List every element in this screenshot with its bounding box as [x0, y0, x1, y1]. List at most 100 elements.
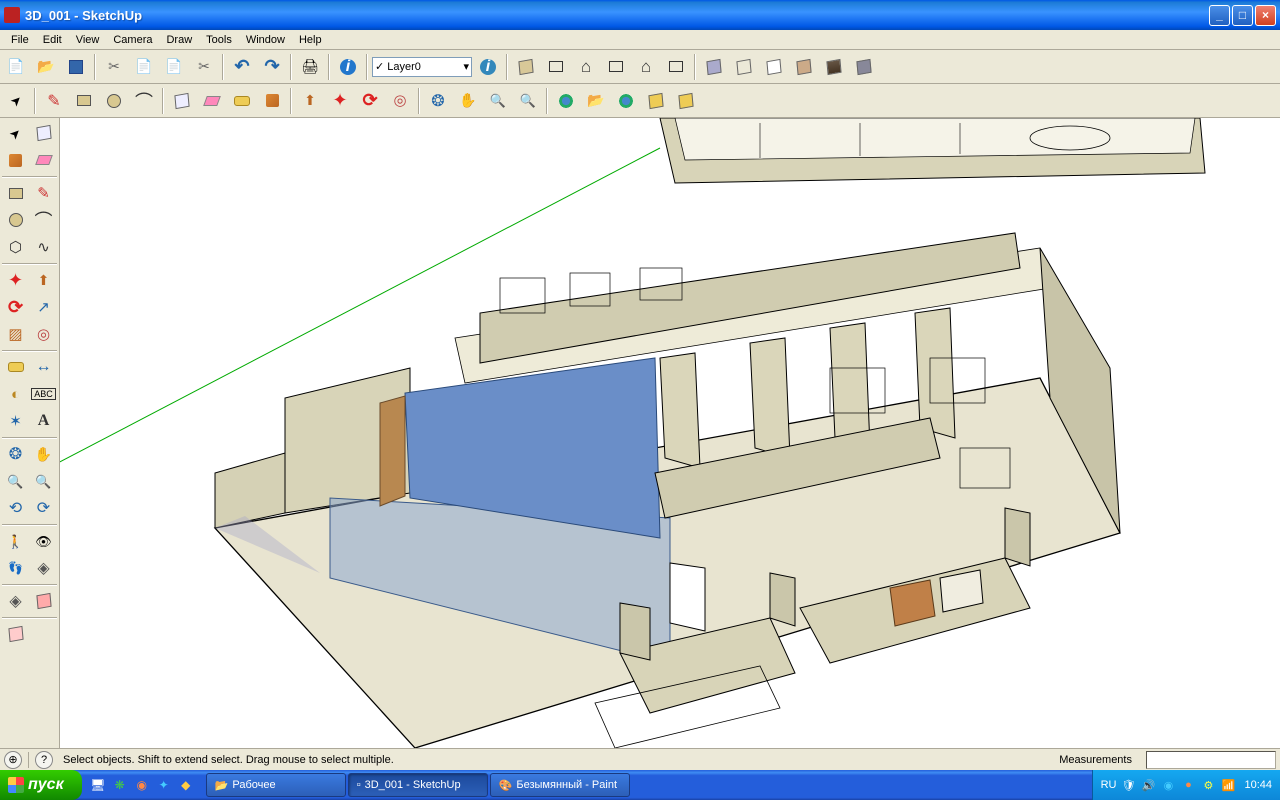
right-view-button[interactable] — [602, 53, 630, 81]
freehand-tool-left[interactable]: ∿ — [30, 234, 57, 260]
tape-tool-left[interactable] — [2, 354, 29, 380]
new-button[interactable] — [2, 53, 30, 81]
layer-manager-button[interactable]: i — [474, 53, 502, 81]
geo-icon[interactable]: ⊕ — [4, 751, 22, 769]
paint-tool[interactable] — [258, 87, 286, 115]
xray-button[interactable] — [700, 53, 728, 81]
rotate-tool-left[interactable] — [2, 294, 29, 320]
close-button[interactable]: × — [1255, 5, 1276, 26]
component-tool-left[interactable] — [30, 120, 57, 146]
rectangle-tool[interactable] — [70, 87, 98, 115]
taskbar-clock[interactable]: 10:44 — [1244, 779, 1272, 791]
move-tool[interactable] — [326, 87, 354, 115]
position-camera-left[interactable] — [2, 528, 29, 554]
paint-tool-left[interactable] — [2, 147, 29, 173]
previous-tool-left[interactable]: ⟲ — [2, 495, 29, 521]
followme-tool-left[interactable] — [30, 294, 57, 320]
3d-viewport[interactable] — [60, 118, 1280, 748]
ql-app3[interactable]: ✦ — [154, 775, 174, 795]
look-around-left[interactable] — [30, 528, 57, 554]
front-view-button[interactable] — [572, 53, 600, 81]
menu-window[interactable]: Window — [239, 32, 292, 48]
dimension-tool-left[interactable] — [30, 354, 57, 380]
ql-app4[interactable]: ◆ — [176, 775, 196, 795]
tray-icon-4[interactable]: ● — [1180, 777, 1196, 793]
back-view-button[interactable] — [632, 53, 660, 81]
cut-button[interactable] — [100, 53, 128, 81]
maximize-button[interactable]: □ — [1232, 5, 1253, 26]
zoom-extents-tool[interactable] — [514, 87, 542, 115]
orbit-tool-left[interactable] — [2, 441, 29, 467]
pan-tool-left[interactable] — [30, 441, 57, 467]
tray-icon-6[interactable]: 📶 — [1220, 777, 1236, 793]
help-icon[interactable]: ? — [35, 751, 53, 769]
tape-tool[interactable] — [228, 87, 256, 115]
save-button[interactable] — [62, 53, 90, 81]
tray-icon-1[interactable]: 🛡 — [1120, 777, 1136, 793]
rectangle-tool-left[interactable] — [2, 180, 29, 206]
paste-button[interactable] — [160, 53, 188, 81]
make-component-button[interactable] — [168, 87, 196, 115]
select-tool[interactable] — [2, 87, 30, 115]
top-view-button[interactable] — [542, 53, 570, 81]
tray-icon-3[interactable]: ◉ — [1160, 777, 1176, 793]
menu-help[interactable]: Help — [292, 32, 329, 48]
tray-icon-2[interactable]: 🔊 — [1140, 777, 1156, 793]
task-item-folder[interactable]: 📂Рабочее — [206, 773, 346, 797]
arc-tool-left[interactable] — [30, 207, 57, 233]
task-item-sketchup[interactable]: ▫3D_001 - SketchUp — [348, 773, 488, 797]
menu-camera[interactable]: Camera — [106, 32, 159, 48]
section-plane-left[interactable] — [30, 555, 57, 581]
share-model-button[interactable] — [612, 87, 640, 115]
orbit-tool[interactable] — [424, 87, 452, 115]
text-tool-left[interactable]: ABC — [30, 381, 57, 407]
menu-draw[interactable]: Draw — [159, 32, 199, 48]
pushpull-tool-left[interactable] — [30, 267, 57, 293]
move-tool-left[interactable] — [2, 267, 29, 293]
export-button[interactable] — [642, 87, 670, 115]
protractor-tool-left[interactable] — [2, 381, 29, 407]
measurements-input[interactable] — [1146, 751, 1276, 769]
pan-tool[interactable] — [454, 87, 482, 115]
axes-tool-left[interactable]: ✶ — [2, 408, 29, 434]
scale-tool-left[interactable] — [2, 321, 29, 347]
extra-tool-left[interactable] — [2, 621, 29, 647]
tray-icon-5[interactable]: ⚙ — [1200, 777, 1216, 793]
eraser-tool-left[interactable] — [30, 147, 57, 173]
pushpull-tool[interactable] — [296, 87, 324, 115]
zoom-tool[interactable] — [484, 87, 512, 115]
shaded-texture-button[interactable] — [820, 53, 848, 81]
get-models-button[interactable] — [582, 87, 610, 115]
walk-tool-left[interactable]: 👣 — [2, 555, 29, 581]
open-button[interactable] — [32, 53, 60, 81]
shaded-button[interactable] — [790, 53, 818, 81]
place-button[interactable] — [672, 87, 700, 115]
iso-view-button[interactable] — [512, 53, 540, 81]
section-display-left[interactable] — [2, 588, 29, 614]
menu-view[interactable]: View — [69, 32, 107, 48]
monochrome-button[interactable] — [850, 53, 878, 81]
zoom-tool-left[interactable] — [2, 468, 29, 494]
print-button[interactable] — [296, 53, 324, 81]
line-tool[interactable] — [40, 87, 68, 115]
offset-tool[interactable] — [386, 87, 414, 115]
offset-tool-left[interactable] — [30, 321, 57, 347]
zoom-window-tool-left[interactable] — [30, 468, 57, 494]
ql-app1[interactable]: ❋ — [110, 775, 130, 795]
start-button[interactable]: пуск — [0, 770, 82, 800]
copy-button[interactable] — [130, 53, 158, 81]
ql-app2[interactable]: ◉ — [132, 775, 152, 795]
hiddenline-button[interactable] — [760, 53, 788, 81]
polygon-tool-left[interactable]: ⬡ — [2, 234, 29, 260]
lang-indicator[interactable]: RU — [1101, 779, 1117, 791]
left-view-button[interactable] — [662, 53, 690, 81]
line-tool-left[interactable] — [30, 180, 57, 206]
3dtext-tool-left[interactable] — [30, 408, 57, 434]
section-cut-left[interactable] — [30, 588, 57, 614]
info-button[interactable]: i — [334, 53, 362, 81]
google-earth-button[interactable] — [552, 87, 580, 115]
circle-tool-left[interactable] — [2, 207, 29, 233]
wireframe-button[interactable] — [730, 53, 758, 81]
layer-dropdown[interactable]: ✓ Layer0 ▾ — [372, 57, 472, 77]
arc-tool[interactable] — [130, 87, 158, 115]
